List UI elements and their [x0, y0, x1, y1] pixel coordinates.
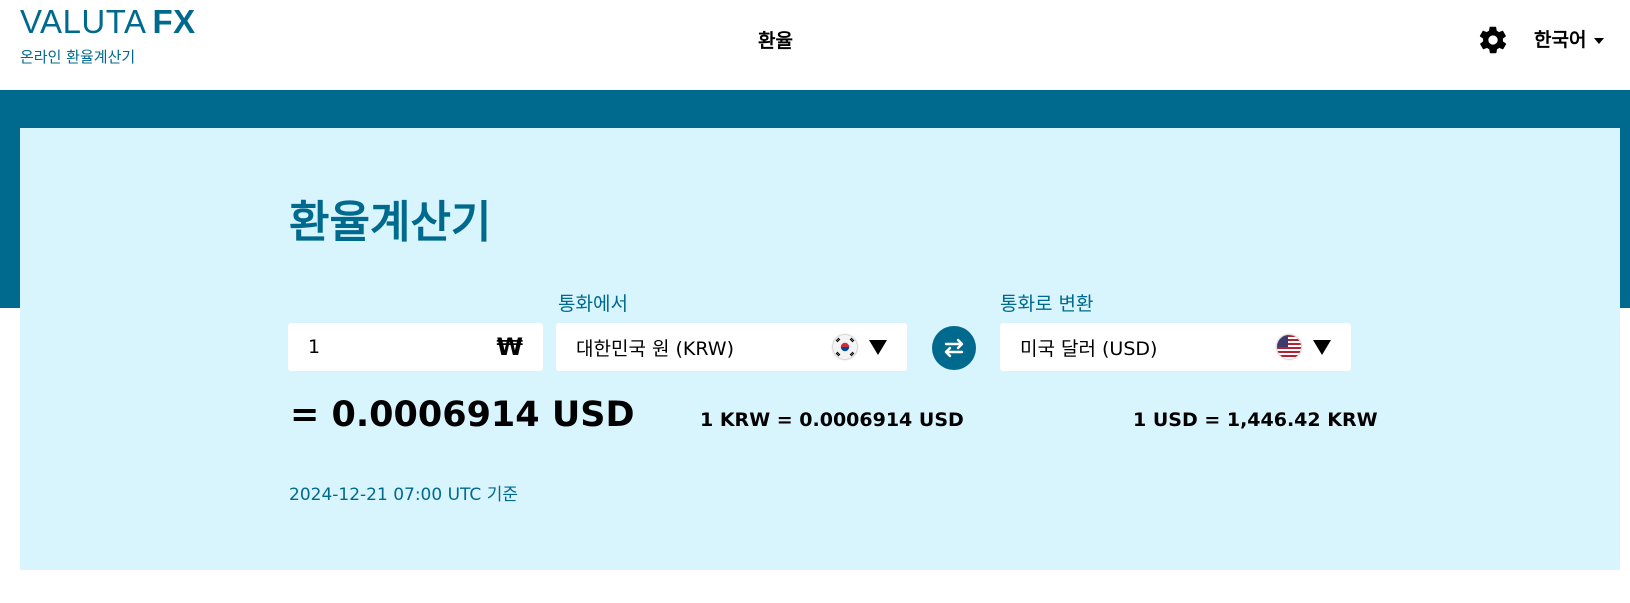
amount-input[interactable]: 1 ₩: [288, 323, 543, 371]
amount-value: 1: [308, 336, 321, 358]
to-currency-select[interactable]: 미국 달러 (USD): [1000, 323, 1351, 371]
from-currency-select[interactable]: 대한민국 원 (KRW): [556, 323, 907, 371]
logo-text: VALUTA: [20, 3, 147, 40]
logo-text-bold: FX: [152, 3, 196, 40]
caret-down-icon: [1594, 37, 1605, 44]
swap-currencies-button[interactable]: [932, 326, 976, 370]
to-currency-value: 미국 달러 (USD): [1020, 337, 1158, 360]
rate-timestamp: 2024-12-21 07:00 UTC 기준: [289, 485, 518, 505]
to-currency-label: 통화로 변환: [1000, 293, 1094, 315]
nav-link-exchange-rates[interactable]: 환율: [758, 26, 793, 53]
language-label: 한국어: [1534, 29, 1587, 51]
rate-forward: 1 KRW = 0.0006914 USD: [700, 409, 964, 431]
from-currency-label: 통화에서: [558, 293, 628, 315]
logo-subtitle: 온라인 환율계산기: [20, 48, 136, 66]
site-header: VALUTA FX 온라인 환율계산기 환율 한국어: [0, 0, 1630, 90]
site-logo[interactable]: VALUTA FX: [20, 4, 196, 40]
usa-flag-icon: [1277, 335, 1301, 359]
south-korea-flag-icon: [833, 335, 857, 359]
from-currency-value: 대한민국 원 (KRW): [576, 337, 734, 360]
conversion-result: = 0.0006914 USD: [290, 395, 635, 435]
language-selector[interactable]: 한국어: [1534, 25, 1605, 52]
dropdown-triangle-icon: [869, 339, 887, 355]
won-symbol: ₩: [496, 333, 523, 361]
page-title: 환율계산기: [289, 197, 492, 248]
swap-arrows-icon: [944, 338, 964, 358]
rate-reverse: 1 USD = 1,446.42 KRW: [1133, 409, 1378, 431]
dropdown-triangle-icon: [1313, 339, 1331, 355]
gear-icon[interactable]: [1477, 24, 1509, 56]
